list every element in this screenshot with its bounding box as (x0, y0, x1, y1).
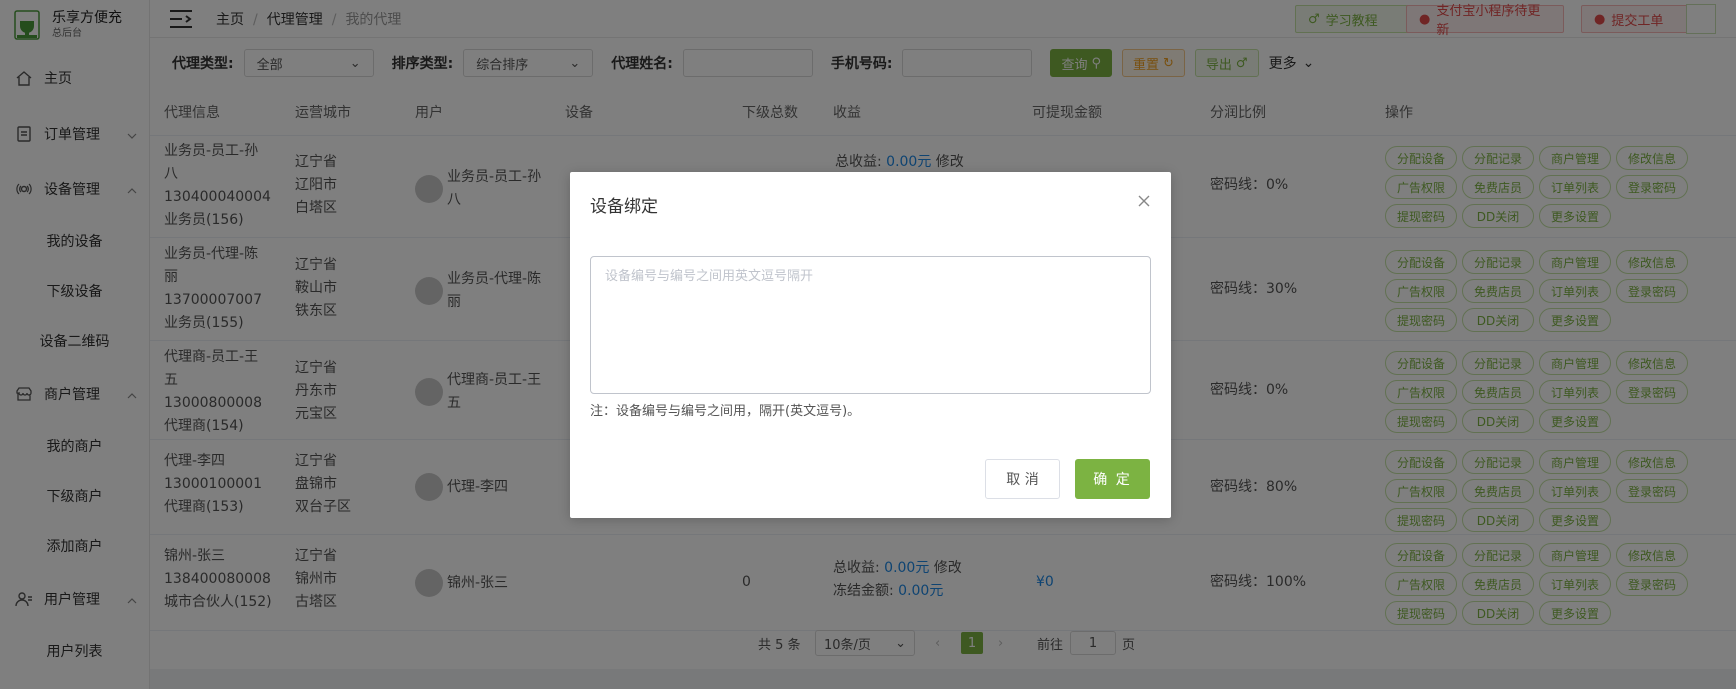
cancel-button[interactable]: 取 消 (985, 459, 1060, 499)
confirm-button[interactable]: 确 定 (1075, 459, 1150, 499)
dialog-title: 设备绑定 (590, 197, 658, 217)
dialog-note: 注：设备编号与编号之间用，隔开(英文逗号)。 (590, 404, 861, 419)
device-number-textarea[interactable] (590, 256, 1151, 394)
close-icon[interactable] (1137, 194, 1151, 208)
device-binding-dialog: 设备绑定 注：设备编号与编号之间用，隔开(英文逗号)。 取 消 确 定 (570, 172, 1171, 518)
